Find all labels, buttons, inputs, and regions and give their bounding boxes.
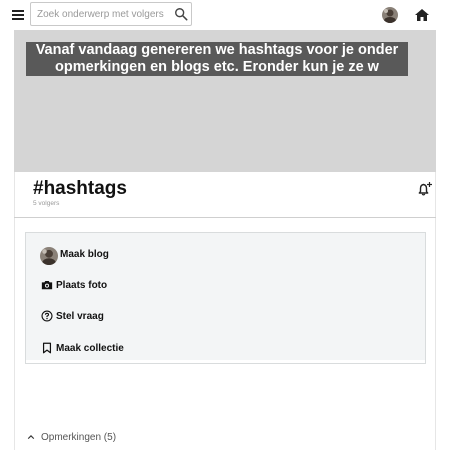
user-avatar[interactable] [382,7,398,23]
avatar [40,247,58,265]
post-photo-label: Plaats foto [56,279,108,291]
camera-icon [40,279,53,292]
home-icon[interactable] [414,7,430,23]
ask-question-button[interactable]: Stel vraag [40,307,104,325]
banner-announcement: Vanaf vandaag genereren we hashtags voor… [26,42,408,76]
page-title: #hashtags [33,178,127,199]
comments-label: Opmerkingen (5) [41,431,117,443]
top-bar [0,0,450,30]
topic-banner: Vanaf vandaag genereren we hashtags voor… [14,30,436,172]
make-collection-button[interactable]: Maak collectie [40,339,124,357]
make-blog-button[interactable]: Maak blog [40,245,109,265]
bell-plus-icon[interactable] [417,181,433,197]
question-circle-icon [40,310,53,323]
hamburger-menu-icon[interactable] [12,10,24,20]
bookmark-icon [40,342,53,355]
search-box[interactable] [30,2,192,26]
card-footer [25,360,426,364]
chevron-up-icon [27,435,35,439]
topic-header: #hashtags 5 volgers [14,172,436,218]
make-collection-label: Maak collectie [56,342,124,354]
post-photo-button[interactable]: Plaats foto [40,276,107,294]
make-blog-label: Maak blog [60,248,109,260]
comments-toggle[interactable]: Opmerkingen (5) [27,430,116,444]
followers-count: 5 volgers [33,200,60,207]
ask-question-label: Stel vraag [56,310,104,322]
search-icon[interactable] [174,7,188,21]
create-actions-card: Maak blog Plaats foto Stel vraag Maak co… [25,232,426,364]
search-input[interactable] [37,5,171,24]
